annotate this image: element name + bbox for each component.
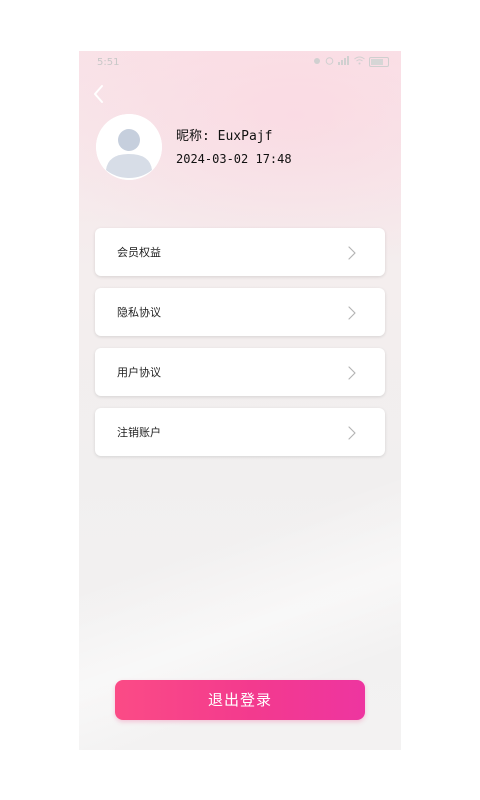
signal-icon	[338, 56, 350, 68]
chevron-left-icon	[91, 85, 107, 109]
back-button[interactable]	[91, 83, 107, 105]
battery-icon	[369, 57, 389, 67]
default-user-avatar-icon	[96, 114, 162, 180]
status-bar: 5:51	[79, 51, 401, 73]
wifi-icon	[354, 56, 365, 68]
avatar[interactable]	[96, 114, 162, 180]
menu-item-membership-benefits[interactable]: 会员权益	[95, 228, 385, 276]
app-screen: 5:51 昵称: EuxPajf 2024-03-02 17:48 会员权益 隐…	[79, 51, 401, 750]
chevron-right-icon	[347, 365, 357, 380]
nickname-label: 昵称:	[176, 129, 210, 144]
chevron-right-icon	[347, 305, 357, 320]
nickname-value: EuxPajf	[217, 129, 273, 144]
menu-item-privacy-policy[interactable]: 隐私协议	[95, 288, 385, 336]
chevron-right-icon	[347, 245, 357, 260]
logout-button[interactable]: 退出登录	[115, 680, 365, 720]
chevron-right-icon	[347, 425, 357, 440]
menu-item-label: 注销账户	[117, 426, 161, 439]
menu-item-label: 隐私协议	[117, 306, 161, 319]
alarm-icon	[325, 56, 334, 68]
menu-item-user-agreement[interactable]: 用户协议	[95, 348, 385, 396]
menu-item-label: 会员权益	[117, 246, 161, 259]
registration-time: 2024-03-02 17:48	[176, 152, 292, 166]
settings-menu: 会员权益 隐私协议 用户协议 注销账户	[95, 228, 385, 468]
nickname-row: 昵称: EuxPajf	[176, 125, 272, 144]
status-time: 5:51	[97, 57, 120, 68]
menu-item-delete-account[interactable]: 注销账户	[95, 408, 385, 456]
notification-icon	[313, 57, 321, 68]
menu-item-label: 用户协议	[117, 366, 161, 379]
status-icons	[313, 56, 389, 68]
